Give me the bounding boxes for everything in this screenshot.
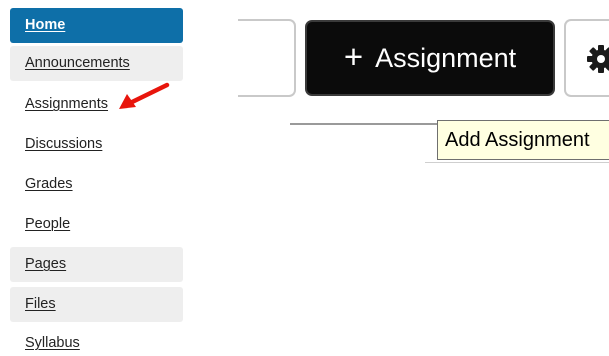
- sidebar-item-pages[interactable]: Pages: [10, 247, 183, 282]
- content-divider: [425, 162, 609, 163]
- toolbar-divider: [290, 123, 440, 125]
- sidebar-item-syllabus[interactable]: Syllabus: [10, 326, 183, 356]
- page: Home Announcements Assignments Discussio…: [0, 0, 609, 356]
- settings-button[interactable]: [564, 19, 609, 97]
- toolbar-button-partial[interactable]: [238, 19, 296, 97]
- sidebar-item-files[interactable]: Files: [10, 287, 183, 322]
- sidebar-item-announcements[interactable]: Announcements: [10, 46, 183, 81]
- sidebar-item-people[interactable]: People: [10, 207, 183, 242]
- add-assignment-button[interactable]: + Assignment: [305, 20, 555, 96]
- add-assignment-tooltip: Add Assignment: [437, 120, 609, 160]
- sidebar-item-grades[interactable]: Grades: [10, 167, 183, 202]
- add-assignment-label: Assignment: [375, 42, 517, 73]
- sidebar-item-home[interactable]: Home: [10, 8, 183, 43]
- sidebar-item-discussions[interactable]: Discussions: [10, 127, 183, 162]
- gear-icon: [587, 45, 609, 73]
- annotation-arrow-icon: [119, 82, 170, 109]
- plus-icon: +: [343, 38, 364, 75]
